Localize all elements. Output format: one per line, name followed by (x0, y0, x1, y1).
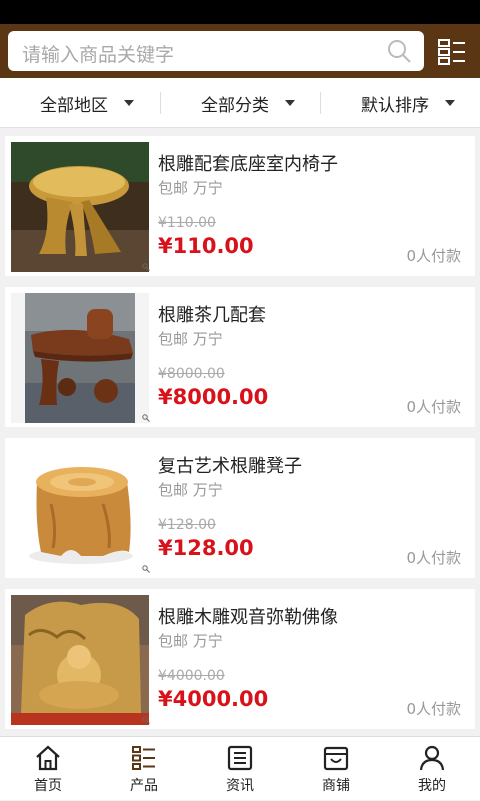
filter-region[interactable]: 全部地区 (40, 78, 134, 128)
zoom-icon (142, 414, 150, 422)
tab-products[interactable]: 产品 (96, 737, 192, 801)
product-card[interactable]: 根雕木雕观音弥勒佛像 包邮 万宁 ¥4000.00 ¥4000.00 0人付款 (5, 589, 475, 729)
filter-region-label: 全部地区 (40, 95, 108, 116)
header: 请输入商品关键字 (0, 24, 480, 78)
buddha-carving-photo[interactable] (11, 595, 149, 725)
zoom-icon (142, 565, 150, 573)
search-icon[interactable] (386, 38, 412, 64)
current-price: ¥8000.00 (158, 385, 269, 409)
current-price: ¥110.00 (158, 234, 254, 258)
tab-label: 首页 (34, 778, 62, 794)
product-meta: 包邮 万宁 (158, 330, 223, 348)
divider (160, 92, 161, 114)
original-price: ¥128.00 (158, 517, 216, 533)
tab-label: 我的 (418, 778, 446, 794)
news-icon (227, 745, 253, 771)
tab-me[interactable]: 我的 (384, 737, 480, 801)
chevron-down-icon (445, 100, 455, 106)
filter-sort-label: 默认排序 (361, 95, 429, 116)
filter-category[interactable]: 全部分类 (201, 78, 295, 128)
original-price: ¥4000.00 (158, 668, 225, 684)
product-card[interactable]: 根雕茶几配套 包邮 万宁 ¥8000.00 ¥8000.00 0人付款 (5, 287, 475, 427)
tab-news[interactable]: 资讯 (192, 737, 288, 801)
original-price: ¥110.00 (158, 215, 216, 231)
tab-home[interactable]: 首页 (0, 737, 96, 801)
paid-count: 0人付款 (406, 247, 461, 265)
list-menu-icon[interactable] (432, 34, 472, 70)
status-bar (0, 0, 480, 24)
product-name: 根雕配套底座室内椅子 (158, 154, 338, 175)
chevron-down-icon (285, 100, 295, 106)
paid-count: 0人付款 (406, 398, 461, 416)
product-meta: 包邮 万宁 (158, 481, 223, 499)
paid-count: 0人付款 (406, 549, 461, 567)
product-name: 根雕茶几配套 (158, 305, 266, 326)
search-placeholder: 请输入商品关键字 (22, 44, 175, 66)
zoom-icon (142, 263, 150, 271)
product-name: 复古艺术根雕凳子 (158, 456, 302, 477)
home-icon (36, 745, 60, 771)
product-card[interactable]: 复古艺术根雕凳子 包邮 万宁 ¥128.00 ¥128.00 0人付款 (5, 438, 475, 578)
product-name: 根雕木雕观音弥勒佛像 (158, 607, 338, 628)
original-price: ¥8000.00 (158, 366, 225, 382)
filter-category-label: 全部分类 (201, 95, 269, 116)
product-meta: 包邮 万宁 (158, 632, 223, 650)
current-price: ¥128.00 (158, 536, 254, 560)
divider (320, 92, 321, 114)
tab-shop[interactable]: 商铺 (288, 737, 384, 801)
filter-sort[interactable]: 默认排序 (361, 78, 455, 128)
wooden-root-table-photo[interactable] (11, 142, 149, 272)
user-icon (419, 745, 445, 771)
paid-count: 0人付款 (406, 700, 461, 718)
filter-bar: 全部地区 全部分类 默认排序 (0, 78, 480, 128)
root-tea-table-photo[interactable] (11, 293, 149, 423)
tab-label: 资讯 (226, 778, 254, 794)
shop-icon (323, 746, 349, 771)
chevron-down-icon (124, 100, 134, 106)
tab-label: 产品 (130, 778, 158, 794)
product-meta: 包邮 万宁 (158, 179, 223, 197)
root-stool-photo[interactable] (11, 444, 149, 574)
product-card[interactable]: 根雕配套底座室内椅子 包邮 万宁 ¥110.00 ¥110.00 0人付款 (5, 136, 475, 276)
zoom-icon (142, 716, 150, 724)
product-list-icon (132, 746, 155, 770)
bottom-tab-bar: 首页 产品 资讯 商铺 我的 (0, 736, 480, 800)
current-price: ¥4000.00 (158, 687, 269, 711)
tab-label: 商铺 (322, 778, 350, 794)
search-input[interactable]: 请输入商品关键字 (8, 31, 424, 71)
